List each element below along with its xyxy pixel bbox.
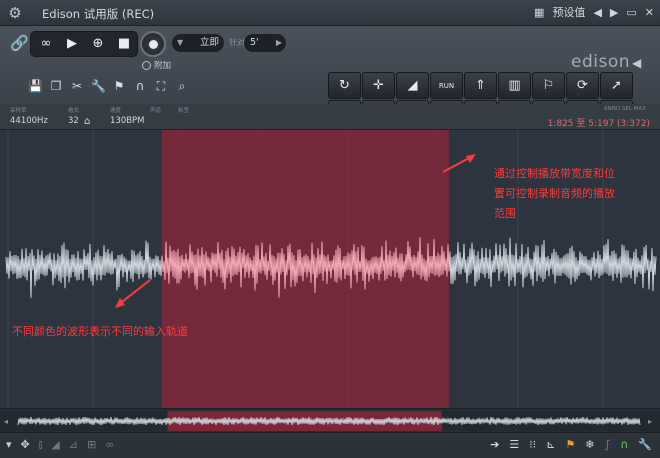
preset-label[interactable]: 预设值 xyxy=(552,4,585,20)
annotation-arrowhead-top xyxy=(466,154,476,163)
annotation-top-line-3: 范围 xyxy=(494,207,516,220)
tempo-value: 130BPM xyxy=(110,116,145,126)
move-icon[interactable]: ✥ xyxy=(21,438,30,452)
format-label: 格式 xyxy=(68,108,80,114)
speaker-icon[interactable]: ◀ xyxy=(632,56,642,70)
toolbar: 🔗 ∞ ▶ ⊕ ■ ▼ 立即 针对 5' ▶ 附加 💾 ❐ ✂ 🔧 ⚑ ∩ ⛶ … xyxy=(0,26,660,127)
stop-icon[interactable]: ■ xyxy=(113,34,135,54)
sample-rate-label: 采样率 xyxy=(10,108,27,114)
link-small-icon[interactable]: ∞ xyxy=(105,438,114,452)
chevron-right-icon: ▶ xyxy=(275,38,282,47)
bits-value: 32 xyxy=(68,116,79,126)
marker-icon[interactable]: ⚑ xyxy=(565,438,575,451)
trim-icon[interactable]: ⊿ xyxy=(69,438,78,452)
logo-text: edison xyxy=(571,52,631,72)
annotation-top: 通过控制播放带宽度和位 置可控制录制音频的播放 范围 xyxy=(494,164,615,224)
tag-label: 标签 xyxy=(178,108,190,114)
play-icon[interactable]: ▶ xyxy=(61,34,83,54)
addon-label: 附加 xyxy=(154,61,172,71)
gear-icon[interactable]: ⚙ xyxy=(6,4,24,22)
channel-label: 声道 xyxy=(150,108,162,114)
rocket-icon[interactable]: ⇑ xyxy=(464,72,497,99)
format-icon[interactable]: ⌂ xyxy=(84,116,90,127)
overview-waveform[interactable]: ◂ ▸ xyxy=(0,409,660,433)
wrench-icon[interactable]: 🔧 xyxy=(91,78,106,94)
reverse-icon[interactable]: ↻ xyxy=(328,72,361,99)
run-icon[interactable]: RUN xyxy=(430,72,463,99)
annotation-top-line-2: 置可控制录制音频的播放 xyxy=(494,187,615,200)
selection-value: 1:825 至 5:197 (3:372) xyxy=(547,119,650,129)
list-icon[interactable]: ☰ xyxy=(509,438,519,451)
cursor-icon[interactable]: ➚ xyxy=(600,72,633,99)
curve-icon[interactable]: ∫ xyxy=(605,438,611,451)
bottom-bar: ▾ ✥ ⫾ ◢ ⊿ ⊞ ∞ ➔ ☰ ⁝⁝ ⊾ ⚑ ❄ ∫ ∩ 🔧 xyxy=(0,432,660,458)
title-bar: ⚙ Edison 试用版 (REC) ▦ 预设值 ◀ ▶ ▭ ✕ xyxy=(0,0,660,26)
save-icon[interactable]: 💾 xyxy=(28,78,43,94)
value-field-text: 5' xyxy=(250,37,259,48)
waveform-area[interactable]: 通过控制播放带宽度和位 置可控制录制音频的播放 范围 不同颜色的波形表示不同的输… xyxy=(0,130,660,408)
hint-label: 针对 xyxy=(229,38,245,47)
record-button[interactable] xyxy=(140,31,166,57)
arrow-left-icon[interactable]: ◀ xyxy=(593,6,601,19)
detect-icon[interactable]: ⁝⁝ xyxy=(529,438,536,451)
refresh-icon[interactable]: ⟳ xyxy=(566,72,599,99)
selection-label: ANNO SEL MAX xyxy=(603,106,646,112)
flag-icon[interactable]: ⚑ xyxy=(112,78,126,94)
grid-icon[interactable]: ▦ xyxy=(534,6,544,19)
arrow-right-icon[interactable]: ▶ xyxy=(610,6,618,19)
annotation-left: 不同颜色的波形表示不同的输入轨道 xyxy=(12,325,188,338)
record-mode-value: 立即 xyxy=(199,37,219,48)
annotation-top-line-1: 通过控制播放带宽度和位 xyxy=(494,167,615,180)
value-field[interactable]: 5' ▶ xyxy=(244,34,286,52)
bottom-left-tools: ▾ ✥ ⫾ ◢ ⊿ ⊞ ∞ xyxy=(6,438,114,452)
fit-icon[interactable]: ⛶ xyxy=(154,78,168,94)
flag-marker-icon[interactable]: ⚐ xyxy=(532,72,565,99)
close-icon[interactable]: ✕ xyxy=(645,6,654,19)
window-title: Edison 试用版 (REC) xyxy=(42,7,155,21)
overview-strip[interactable]: ◂ ▸ xyxy=(0,408,660,432)
loop-icon[interactable]: ∞ xyxy=(35,34,57,54)
chart-icon[interactable]: ⊾ xyxy=(546,438,555,451)
fade-icon[interactable]: ◢ xyxy=(51,438,59,452)
edit-tools: 💾 ❐ ✂ 🔧 ⚑ ∩ ⛶ ⌕ xyxy=(28,78,189,94)
radio-icon[interactable] xyxy=(142,60,151,70)
waveform-icon[interactable]: ⫾ xyxy=(39,438,43,452)
record-crosshair-icon[interactable]: ⊕ xyxy=(87,34,109,54)
spectrum-icon[interactable]: ▥ xyxy=(498,72,531,99)
title-bar-controls: ▦ 预设值 ◀ ▶ ▭ ✕ xyxy=(534,4,654,20)
scissors-icon[interactable]: ✂ xyxy=(70,78,84,94)
adjust-icon[interactable]: ⊞ xyxy=(87,438,96,452)
bottom-right-tools: ➔ ☰ ⁝⁝ ⊾ ⚑ ❄ ∫ ∩ 🔧 xyxy=(490,438,652,451)
snowflake-icon[interactable]: ❄ xyxy=(585,438,594,451)
copy-icon[interactable]: ❐ xyxy=(49,78,63,94)
transport-controls: ∞ ▶ ⊕ ■ xyxy=(30,31,138,57)
sample-rate-value: 44100Hz xyxy=(10,116,48,126)
tempo-label: 速度 xyxy=(110,108,122,114)
minimize-icon[interactable]: ▭ xyxy=(626,6,636,19)
chevron-down-icon: ▼ xyxy=(177,38,184,47)
magnet-bottom-icon[interactable]: ∩ xyxy=(620,438,628,451)
menu-arrow-icon[interactable]: ▾ xyxy=(6,438,12,452)
zoom-icon[interactable]: ⌕ xyxy=(175,78,189,94)
wrench-bottom-icon[interactable]: 🔧 xyxy=(638,438,652,451)
info-strip: 采样率 格式 速度 声道 标签 44100Hz 32 ⌂ 130BPM ANNO… xyxy=(0,104,660,130)
overview-right-icon: ▸ xyxy=(648,417,652,426)
addon-option[interactable]: 附加 xyxy=(142,59,171,71)
annotation-arrow-left xyxy=(117,279,151,306)
magnet-icon[interactable]: ∩ xyxy=(133,78,147,94)
fade-in-icon[interactable]: ◢ xyxy=(396,72,429,99)
edison-logo: edison ◀ xyxy=(571,52,642,72)
center-icon[interactable]: ✛ xyxy=(362,72,395,99)
record-mode-select[interactable]: ▼ 立即 xyxy=(172,34,224,52)
overview-left-icon: ◂ xyxy=(4,417,8,426)
arrow-right-icon[interactable]: ➔ xyxy=(490,438,499,451)
link-icon[interactable]: 🔗 xyxy=(10,34,29,52)
